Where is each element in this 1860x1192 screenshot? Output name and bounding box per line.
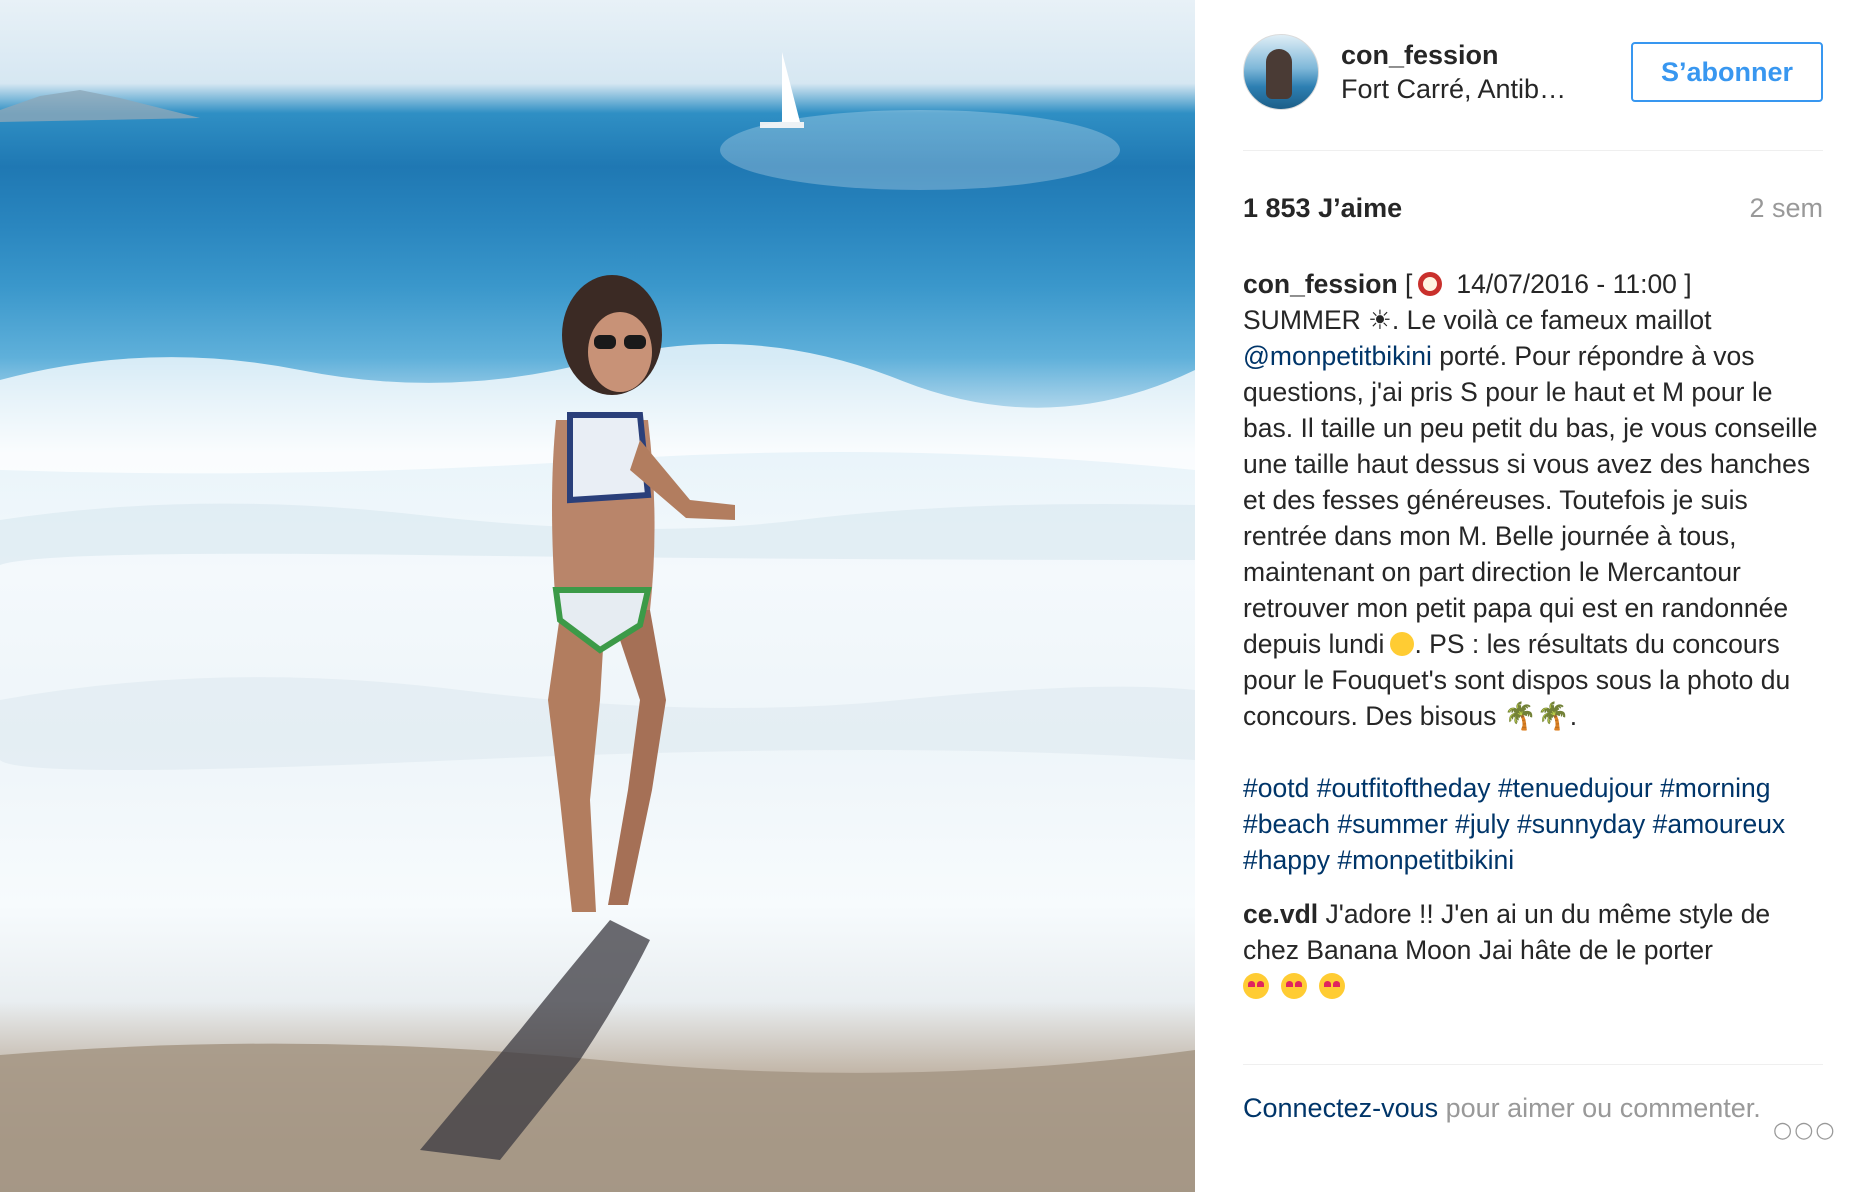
hashtag-link[interactable]: #outfitoftheday <box>1317 773 1491 803</box>
comment-text: J'adore !! J'en ai un du même style de c… <box>1243 899 1771 965</box>
caption: con_fession [14/07/2016 - 11:00 ] SUMMER… <box>1243 266 1823 734</box>
mention-link[interactable]: @monpetitbikini <box>1243 341 1432 371</box>
location-link[interactable]: Fort Carré, Antib… <box>1341 72 1601 106</box>
caption-body: porté. Pour répondre à vos questions, j'… <box>1243 341 1818 659</box>
hashtag-link[interactable]: #monpetitbikini <box>1337 845 1514 875</box>
hashtag-link[interactable]: #tenuedujour <box>1498 773 1653 803</box>
post-photo[interactable] <box>0 0 1195 1192</box>
header-divider <box>1243 150 1823 151</box>
user-block: con_fession Fort Carré, Antib… <box>1341 38 1601 106</box>
heart-eyes-face-icon <box>1281 973 1307 999</box>
hashtag-list: #ootd #outfitoftheday #tenuedujour #morn… <box>1243 770 1823 878</box>
heart-eyes-face-icon <box>1243 973 1269 999</box>
hashtag-link[interactable]: #summer <box>1337 809 1447 839</box>
heart-eyes-face-icon <box>1319 973 1345 999</box>
hashtag-link[interactable]: #sunnyday <box>1517 809 1645 839</box>
comment-author-link[interactable]: ce.vdl <box>1243 899 1318 929</box>
post-time[interactable]: 2 sem <box>1749 190 1823 226</box>
comments-list[interactable]: con_fession [14/07/2016 - 11:00 ] SUMMER… <box>1243 266 1823 1058</box>
avatar-figure <box>1266 49 1292 99</box>
post-sidebar: con_fession Fort Carré, Antib… S’abonner… <box>1195 0 1860 1192</box>
comment: ce.vdl J'adore !! J'en ai un du même sty… <box>1243 896 1823 1004</box>
alarm-clock-icon <box>1418 272 1443 296</box>
beach-scene <box>0 52 1195 1192</box>
login-link[interactable]: Connectez-vous <box>1243 1093 1438 1123</box>
follow-button[interactable]: S’abonner <box>1631 42 1823 102</box>
instagram-post: con_fession Fort Carré, Antib… S’abonner… <box>0 0 1860 1192</box>
footer-divider <box>1243 1064 1823 1065</box>
hashtag-link[interactable]: #ootd <box>1243 773 1309 803</box>
face-blowing-kiss-icon <box>1390 632 1415 656</box>
more-options-button[interactable]: ○○○ <box>1773 1118 1835 1143</box>
caption-author-link[interactable]: con_fession <box>1243 269 1398 299</box>
caption-summer-line: SUMMER ☀. Le voilà ce fameux maillot <box>1243 305 1712 335</box>
login-prompt-text: pour aimer ou commenter. <box>1438 1093 1761 1123</box>
post-header: con_fession Fort Carré, Antib… S’abonner <box>1243 32 1823 112</box>
hashtag-link[interactable]: #amoureux <box>1653 809 1786 839</box>
username-link[interactable]: con_fession <box>1341 38 1601 72</box>
hashtag-link[interactable]: #beach <box>1243 809 1330 839</box>
post-stats: 1 853 J’aime 2 sem <box>1243 190 1823 226</box>
hashtag-link[interactable]: #morning <box>1660 773 1770 803</box>
hashtag-link[interactable]: #july <box>1455 809 1510 839</box>
hashtag-link[interactable]: #happy <box>1243 845 1330 875</box>
avatar[interactable] <box>1243 34 1319 110</box>
caption-bracket: [ <box>1405 269 1413 299</box>
likes-count[interactable]: 1 853 J’aime <box>1243 190 1402 226</box>
post-footer: Connectez-vous pour aimer ou commenter. … <box>1243 1090 1835 1143</box>
caption-datetime: 14/07/2016 - 11:00 ] <box>1456 269 1692 299</box>
